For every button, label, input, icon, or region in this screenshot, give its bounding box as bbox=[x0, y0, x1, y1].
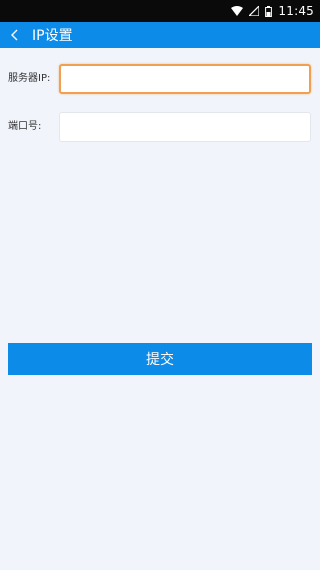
back-button[interactable] bbox=[0, 22, 30, 48]
app-bar: IP设置 bbox=[0, 22, 320, 48]
status-bar: 11:45 bbox=[0, 0, 320, 22]
port-input[interactable] bbox=[59, 112, 311, 142]
server-ip-label: 服务器IP: bbox=[8, 73, 51, 84]
chevron-left-icon bbox=[11, 29, 18, 41]
page-title: IP设置 bbox=[32, 28, 73, 44]
server-ip-input[interactable] bbox=[59, 64, 311, 94]
signal-icon bbox=[249, 6, 260, 16]
port-row: 端口号: bbox=[0, 112, 320, 142]
submit-button[interactable]: 提交 bbox=[8, 343, 312, 375]
wifi-icon bbox=[231, 6, 244, 16]
port-label: 端口号: bbox=[8, 121, 42, 132]
server-ip-row: 服务器IP: bbox=[0, 64, 320, 94]
status-time: 11:45 bbox=[278, 4, 314, 18]
battery-icon bbox=[265, 5, 273, 17]
status-icons: 11:45 bbox=[231, 0, 314, 22]
